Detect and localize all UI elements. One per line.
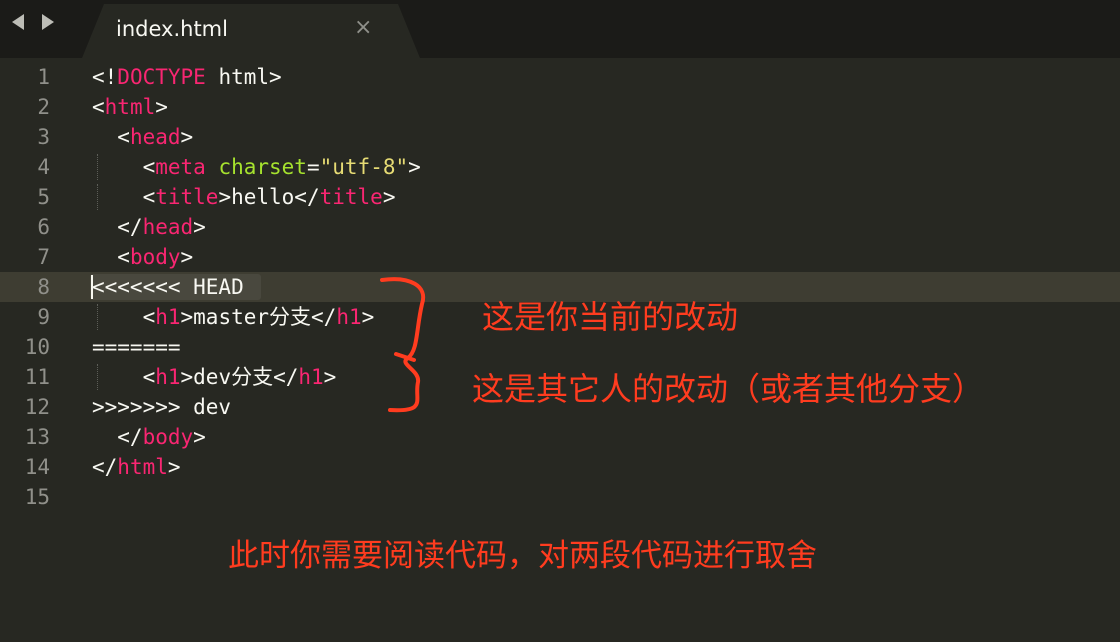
token-tag: h1 <box>298 365 324 389</box>
token-text: ======= <box>92 335 181 359</box>
line-number: 6 <box>37 215 50 239</box>
code-text: <title>hello</title> <box>92 182 396 212</box>
code-text: </body> <box>92 422 206 452</box>
code-line[interactable]: 7 <body> <box>0 242 1120 272</box>
code-text: <h1>dev分支</h1> <box>92 362 337 392</box>
token-tag: title <box>319 185 383 209</box>
tab-index-html[interactable]: index.html × <box>82 4 420 58</box>
code-line[interactable]: 6 </head> <box>0 212 1120 242</box>
code-text: <head> <box>92 122 193 152</box>
token-text: = <box>306 155 320 179</box>
line-number: 2 <box>37 95 50 119</box>
line-number: 4 <box>37 155 50 179</box>
tab-label: index.html <box>116 17 228 41</box>
code-text: <!DOCTYPE html> <box>92 62 282 92</box>
code-line[interactable]: 2 <html> <box>0 92 1120 122</box>
token-text: > <box>408 155 421 179</box>
token-tag: h1 <box>336 305 362 329</box>
line-number: 10 <box>24 335 50 359</box>
token-text: </ <box>92 215 143 239</box>
token-text: >hello</ <box>218 185 320 209</box>
line-number: 8 <box>37 275 50 299</box>
back-arrow-icon[interactable] <box>12 14 24 30</box>
token-text: > <box>167 455 181 479</box>
code-text: <body> <box>92 242 193 272</box>
annotation-incoming-change: 这是其它人的改动（或者其他分支） <box>472 370 985 408</box>
line-number: 13 <box>24 425 50 449</box>
code-line[interactable]: 1 <!DOCTYPE html> <box>0 62 1120 92</box>
code-text: >>>>>>> dev <box>92 392 231 422</box>
code-line[interactable]: 13 </body> <box>0 422 1120 452</box>
line-number: 1 <box>37 65 50 89</box>
token-text: > <box>180 245 194 269</box>
line-number: 11 <box>24 365 50 389</box>
code-line[interactable]: 4 <meta charset="utf-8"> <box>0 152 1120 182</box>
code-line[interactable]: 14 </html> <box>0 452 1120 482</box>
line-number: 3 <box>37 125 50 149</box>
token-str: "utf-8" <box>319 155 409 179</box>
token-text: < <box>92 185 156 209</box>
token-text: html> <box>205 65 282 89</box>
line-number: 14 <box>24 455 50 479</box>
token-text: > <box>323 365 337 389</box>
code-text: </head> <box>92 212 206 242</box>
token-text: > <box>382 185 396 209</box>
code-text: <<<<<<< HEAD <box>92 272 244 302</box>
token-tag: title <box>155 185 219 209</box>
code-line[interactable]: 5 <title>hello</title> <box>0 182 1120 212</box>
annotation-instruction: 此时你需要阅读代码，对两段代码进行取舍 <box>228 538 817 574</box>
token-text: </ <box>92 455 118 479</box>
token-tag: html <box>117 455 168 479</box>
token-text: <! <box>92 65 118 89</box>
code-text: <meta charset="utf-8"> <box>92 152 421 182</box>
line-number: 9 <box>37 305 50 329</box>
code-text: ======= <box>92 332 181 362</box>
code-text: <h1>master分支</h1> <box>92 302 375 332</box>
token-text: >>>>>>> dev <box>92 395 232 419</box>
line-number: 15 <box>24 485 50 509</box>
token-text: <<<<<<< HEAD <box>92 275 244 299</box>
token-text: > <box>193 215 206 239</box>
token-text: < <box>92 125 130 149</box>
token-tag: html <box>104 95 156 119</box>
token-text: >master分支</ <box>180 305 337 329</box>
annotation-brace <box>380 277 426 413</box>
annotation-current-change: 这是你当前的改动 <box>482 298 739 336</box>
line-number: 12 <box>24 395 50 419</box>
token-text: < <box>92 245 130 269</box>
token-text: > <box>180 125 194 149</box>
token-text: > <box>155 95 168 119</box>
token-tag: head <box>142 215 194 239</box>
token-tag: h1 <box>155 365 181 389</box>
tab-bar: index.html × <box>0 0 1120 58</box>
token-tag: head <box>129 125 181 149</box>
token-tag: DOCTYPE <box>117 65 206 89</box>
code-text: </html> <box>92 452 181 482</box>
token-text: >dev分支</ <box>180 365 299 389</box>
token-text: < <box>92 155 156 179</box>
code-line[interactable]: 3 <head> <box>0 122 1120 152</box>
token-text: < <box>92 305 156 329</box>
token-tag: body <box>142 425 194 449</box>
line-number: 7 <box>37 245 50 269</box>
forward-arrow-icon[interactable] <box>42 14 54 30</box>
code-text: <html> <box>92 92 168 122</box>
line-number: 5 <box>37 185 50 209</box>
code-line[interactable]: 15 <box>0 482 1120 512</box>
token-text: < <box>92 95 105 119</box>
token-tag: h1 <box>155 305 181 329</box>
code-editor[interactable]: 1 <!DOCTYPE html> 2 <html> 3 <head> 4 <meta c… <box>0 62 1120 512</box>
token-attr: charset <box>218 155 307 179</box>
token-text: > <box>193 425 206 449</box>
token-text: < <box>92 365 156 389</box>
close-icon[interactable]: × <box>354 16 372 40</box>
token-tag: body <box>129 245 181 269</box>
token-tag: meta <box>155 155 206 179</box>
token-text: </ <box>92 425 143 449</box>
